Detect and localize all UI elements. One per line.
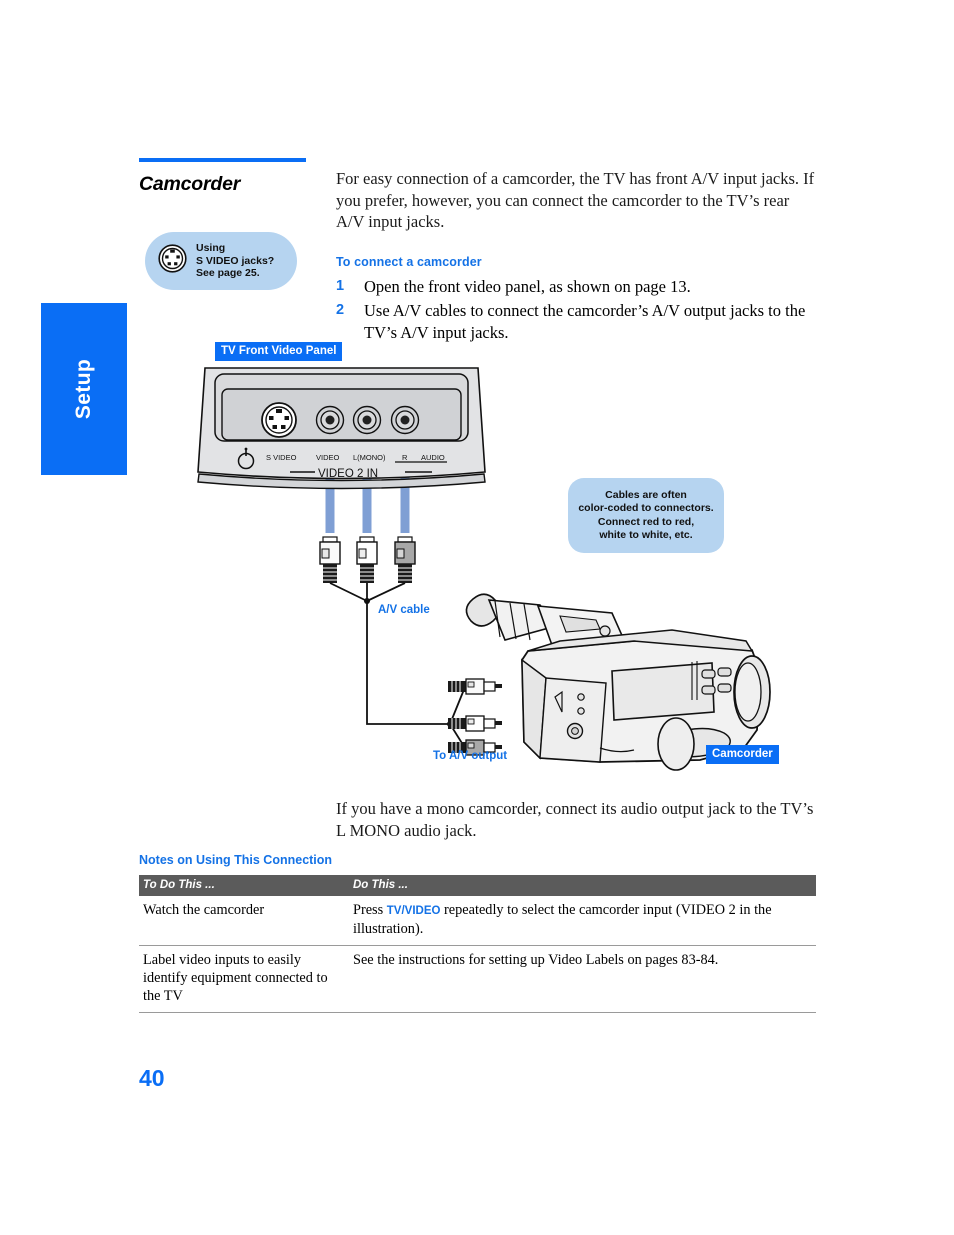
cell-do-this: See the instructions for setting up Vide… [349,945,816,1013]
rca-plug-cam-2 [448,715,502,732]
keyword-tv-video: TV/VIDEO [386,905,441,917]
panel-label-video-2-in: VIDEO 2 IN [318,468,378,480]
cell-to-do: Label video inputs to easily identify eq… [139,945,349,1013]
cell-do-pre: Press [353,902,387,918]
list-item: 2 Use A/V cables to connect the camcorde… [336,300,816,343]
section-rule [139,158,306,162]
procedure-subheading: To connect a camcorder [336,254,482,269]
list-item: 1 Open the front video panel, as shown o… [336,276,816,298]
section-heading-block: Camcorder [139,158,309,196]
sidebar-tab-label: Setup [72,358,95,420]
panel-label-video: VIDEO [316,453,340,462]
cell-to-do: Watch the camcorder [139,896,349,946]
s-video-tip-line3: See page 25. [196,267,260,280]
rca-plug-cam-1 [448,678,502,695]
av-cable-plugs-camcorder [448,678,502,756]
cable-tip-line3: Connect red to red, [597,515,695,528]
notes-table: To Do This ... Do This ... Watch the cam… [139,875,816,1013]
s-video-jack-icon [261,402,297,438]
to-av-output-label: To A/V output [433,750,508,762]
procedure-steps: 1 Open the front video panel, as shown o… [336,276,816,344]
panel-label-audio: AUDIO [421,453,445,462]
s-video-tip-line2: S VIDEO jacks? [196,254,275,267]
cable-tip-text: Cables are often color-coded to connecto… [578,489,713,542]
intro-block: For easy connection of a camcorder, the … [336,168,816,347]
page-number: 40 [139,1065,165,1091]
camcorder-badge: Camcorder [706,745,779,764]
page-title: Camcorder [139,173,241,195]
rca-plug-top-2 [356,536,378,583]
rca-plug-top-3 [394,536,416,583]
cable-blue-runs [325,420,410,533]
cable-color-code-callout: Cables are often color-coded to connecto… [568,478,724,553]
cell-do-this: Press TV/VIDEO repeatedly to select the … [349,896,816,946]
rca-plug-top-1 [319,536,341,583]
s-video-connector-icon [158,244,187,278]
step-number: 2 [336,302,345,319]
cable-arrowheads [321,411,414,427]
av-cable-label: A/V cable [378,604,430,616]
column-header-do-this: Do This ... [349,875,816,896]
table-row: Label video inputs to easily identify eq… [139,945,816,1013]
cable-tip-line4: white to white, etc. [599,528,693,541]
closing-paragraph: If you have a mono camcorder, connect it… [336,799,814,840]
table-row: Watch the camcorder Press TV/VIDEO repea… [139,896,816,946]
s-video-tip-text: Using S VIDEO jacks? See page 25. [196,242,274,280]
tv-front-video-panel [197,367,486,490]
table-header-row: To Do This ... Do This ... [139,875,816,896]
panel-label-group: S VIDEO VIDEO L(MONO) R AUDIO [266,453,445,462]
rca-jack-video-icon [315,405,345,435]
cable-tip-line2: color-coded to connectors. [578,502,714,515]
s-video-tip-line1: Using [196,242,226,255]
av-cable-plugs-top [319,536,416,583]
cell-do-pre: See the instructions for setting up Vide… [353,952,719,968]
power-button-icon [237,447,255,470]
intro-paragraph: For easy connection of a camcorder, the … [336,169,815,232]
panel-label-r: R [402,453,408,462]
camcorder-illustration [465,593,771,771]
tv-front-video-panel-badge: TV Front Video Panel [215,342,343,361]
step-text: Use A/V cables to connect the camcorder’… [364,301,806,342]
step-number: 1 [336,277,345,294]
panel-label-lmono: L(MONO) [353,453,386,462]
rca-jack-lmono-icon [352,405,382,435]
notes-heading: Notes on Using This Connection [139,853,333,867]
rca-jack-r-icon [390,405,420,435]
panel-label-s-video: S VIDEO [266,453,297,462]
cable-tip-line1: Cables are often [605,489,687,502]
column-header-to-do-this: To Do This ... [139,875,349,896]
sidebar-section-tab: Setup [41,303,127,475]
s-video-tip-callout: Using S VIDEO jacks? See page 25. [145,232,297,290]
step-text: Open the front video panel, as shown on … [364,276,691,296]
